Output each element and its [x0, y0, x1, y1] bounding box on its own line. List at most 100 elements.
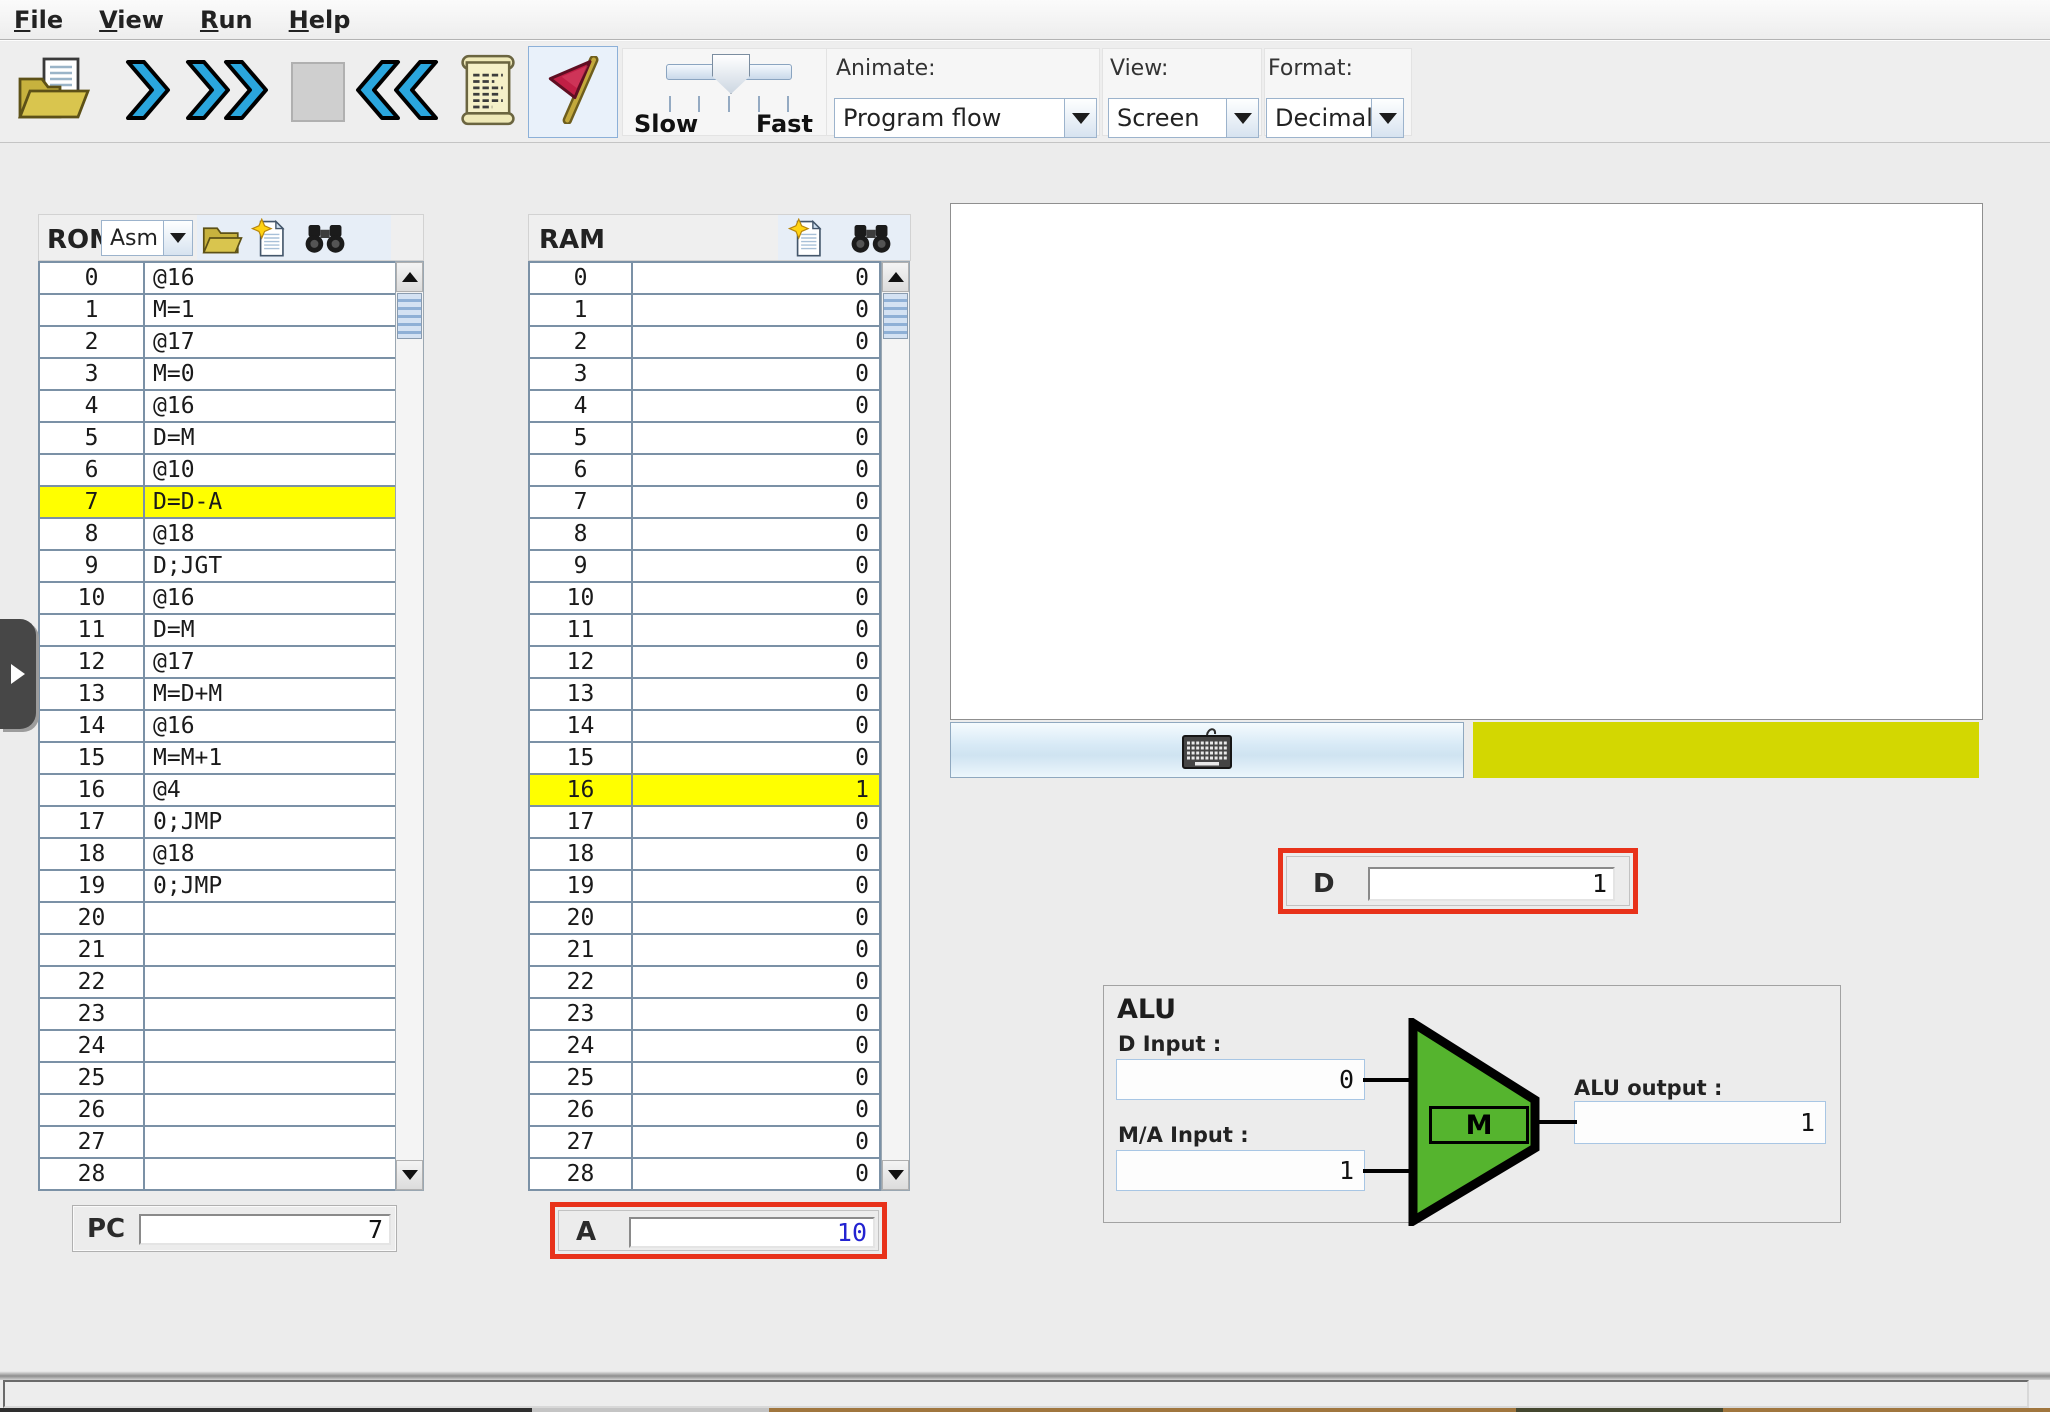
animate-combobox[interactable]: Program flow — [834, 98, 1097, 138]
value-cell[interactable]: D=M — [145, 423, 395, 453]
breakpoints-button[interactable] — [528, 46, 618, 138]
value-cell[interactable]: 0 — [633, 519, 879, 549]
chevron-down-icon[interactable] — [1371, 98, 1404, 138]
value-cell[interactable]: 0 — [633, 359, 879, 389]
value-cell[interactable]: @17 — [145, 647, 395, 677]
value-cell[interactable]: 0 — [633, 1095, 879, 1125]
value-cell[interactable]: D;JGT — [145, 551, 395, 581]
find-ram-button[interactable] — [851, 221, 891, 259]
chevron-down-icon[interactable] — [1064, 98, 1097, 138]
table-row: 2 0 — [530, 327, 879, 359]
address-cell: 0 — [530, 263, 633, 293]
value-cell[interactable]: 0 — [633, 1127, 879, 1157]
value-cell[interactable] — [145, 903, 395, 933]
value-cell[interactable]: M=M+1 — [145, 743, 395, 773]
value-cell[interactable]: 0 — [633, 1063, 879, 1093]
format-combobox[interactable]: Decimal — [1266, 98, 1404, 138]
format-combobox-value: Decimal — [1266, 98, 1371, 138]
scroll-up-icon[interactable] — [396, 262, 423, 292]
value-cell[interactable]: @16 — [145, 263, 395, 293]
value-cell[interactable]: 0 — [633, 903, 879, 933]
value-cell[interactable]: 0 — [633, 391, 879, 421]
scroll-down-icon[interactable] — [396, 1160, 423, 1190]
view-combobox[interactable]: Screen — [1108, 98, 1259, 138]
value-cell[interactable]: 0 — [633, 999, 879, 1029]
load-rom-button[interactable] — [201, 221, 243, 259]
value-cell[interactable]: @10 — [145, 455, 395, 485]
value-cell[interactable]: D=M — [145, 615, 395, 645]
address-cell: 28 — [530, 1159, 633, 1189]
a-register-input[interactable]: 10 — [629, 1217, 875, 1248]
value-cell[interactable]: 0 — [633, 487, 879, 517]
value-cell[interactable]: @16 — [145, 583, 395, 613]
chevron-down-icon[interactable] — [1226, 98, 1259, 138]
value-cell[interactable]: 0 — [633, 743, 879, 773]
value-cell[interactable]: 0 — [633, 455, 879, 485]
value-cell[interactable]: 0 — [633, 967, 879, 997]
value-cell[interactable] — [145, 1063, 395, 1093]
value-cell[interactable]: @16 — [145, 391, 395, 421]
menu-view[interactable]: View — [99, 6, 164, 34]
value-cell[interactable] — [145, 1127, 395, 1157]
menu-run[interactable]: Run — [200, 6, 253, 34]
menu-file[interactable]: File — [14, 6, 63, 34]
value-cell[interactable]: 0 — [633, 583, 879, 613]
run-button[interactable] — [178, 48, 278, 136]
value-cell[interactable] — [145, 967, 395, 997]
rom-format-combobox[interactable]: Asm — [101, 220, 193, 256]
value-cell[interactable]: D=D-A — [145, 487, 395, 517]
value-cell[interactable]: 0 — [633, 935, 879, 965]
value-cell[interactable]: @18 — [145, 519, 395, 549]
value-cell[interactable]: M=D+M — [145, 679, 395, 709]
value-cell[interactable]: 0;JMP — [145, 871, 395, 901]
value-cell[interactable]: 0 — [633, 679, 879, 709]
show-program-button[interactable] — [446, 48, 530, 136]
value-cell[interactable]: @16 — [145, 711, 395, 741]
scroll-down-icon[interactable] — [882, 1160, 909, 1190]
value-cell[interactable]: M=1 — [145, 295, 395, 325]
value-cell[interactable]: 0 — [633, 551, 879, 581]
value-cell[interactable]: 0 — [633, 839, 879, 869]
value-cell[interactable]: 0 — [633, 1031, 879, 1061]
value-cell[interactable]: 0 — [633, 327, 879, 357]
rom-format-value: Asm — [101, 220, 163, 256]
value-cell[interactable]: 0 — [633, 1159, 879, 1189]
value-cell[interactable]: @17 — [145, 327, 395, 357]
value-cell[interactable]: M=0 — [145, 359, 395, 389]
menu-help[interactable]: Help — [289, 6, 351, 34]
value-cell[interactable] — [145, 1031, 395, 1061]
value-cell[interactable]: 0 — [633, 423, 879, 453]
clear-ram-button[interactable] — [788, 218, 826, 262]
rom-scrollbar[interactable] — [395, 261, 424, 1191]
keyboard-button[interactable] — [950, 722, 1464, 778]
value-cell[interactable]: 0 — [633, 807, 879, 837]
reset-button[interactable] — [348, 48, 444, 136]
pc-register-input[interactable]: 7 — [139, 1214, 391, 1245]
find-rom-button[interactable] — [305, 221, 345, 259]
ram-scrollbar[interactable] — [881, 261, 910, 1191]
step-arrow-icon — [122, 58, 174, 126]
clear-rom-button[interactable] — [251, 218, 289, 262]
scroll-up-icon[interactable] — [882, 262, 909, 292]
address-cell: 3 — [40, 359, 145, 389]
value-cell[interactable]: 0 — [633, 263, 879, 293]
value-cell[interactable]: 0 — [633, 295, 879, 325]
value-cell[interactable] — [145, 935, 395, 965]
ram-scrollbar-thumb[interactable] — [883, 293, 908, 339]
value-cell[interactable]: 0 — [633, 615, 879, 645]
value-cell[interactable]: 0 — [633, 647, 879, 677]
rom-scrollbar-thumb[interactable] — [397, 293, 422, 339]
value-cell[interactable]: 0 — [633, 711, 879, 741]
value-cell[interactable]: @4 — [145, 775, 395, 805]
side-panel-tab[interactable] — [0, 619, 36, 729]
value-cell[interactable]: 0;JMP — [145, 807, 395, 837]
value-cell[interactable] — [145, 999, 395, 1029]
d-register-input[interactable]: 1 — [1368, 867, 1615, 901]
load-program-button[interactable] — [8, 48, 100, 136]
value-cell[interactable]: @18 — [145, 839, 395, 869]
value-cell[interactable] — [145, 1095, 395, 1125]
chevron-down-icon[interactable] — [163, 220, 193, 256]
value-cell[interactable]: 1 — [633, 775, 879, 805]
value-cell[interactable]: 0 — [633, 871, 879, 901]
value-cell[interactable] — [145, 1159, 395, 1189]
